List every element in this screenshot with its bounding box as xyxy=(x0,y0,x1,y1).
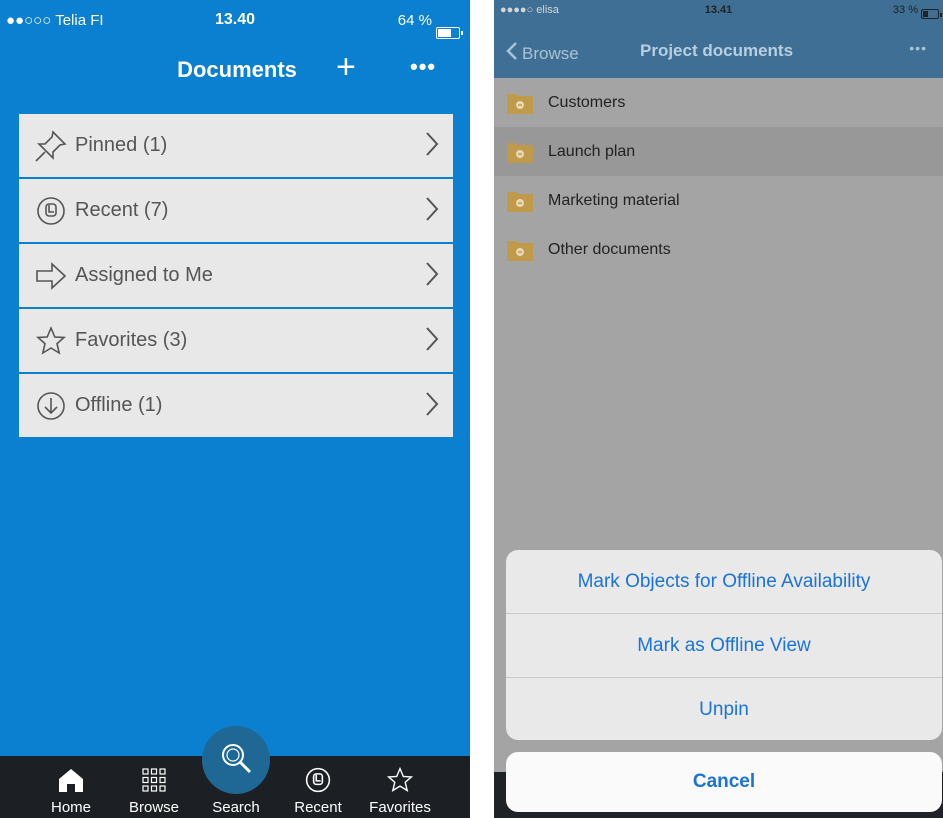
menu-item-favorites[interactable]: Favorites (3) xyxy=(19,309,453,374)
back-label: Browse xyxy=(522,43,579,63)
menu-item-label: Favorites (3) xyxy=(75,329,188,351)
chevron-right-icon xyxy=(425,261,439,292)
folder-list: Customers Launch plan Marketing material… xyxy=(494,78,943,274)
battery-icon xyxy=(921,9,942,19)
chevron-right-icon xyxy=(425,196,439,227)
menu-item-label: Pinned (1) xyxy=(75,134,168,156)
more-button[interactable]: ••• xyxy=(909,40,927,56)
tab-label: Favorites xyxy=(369,799,431,816)
tab-label: Browse xyxy=(128,799,180,816)
mark-offline-availability-button[interactable]: Mark Objects for Offline Availability xyxy=(506,550,942,614)
star-icon xyxy=(31,321,71,361)
chevron-right-icon xyxy=(425,131,439,162)
tab-home[interactable]: Home xyxy=(31,756,111,818)
tab-label: Recent xyxy=(294,799,342,816)
folder-icon xyxy=(507,92,533,114)
menu-item-offline[interactable]: Offline (1) xyxy=(19,374,453,439)
folder-icon xyxy=(507,141,533,163)
grid-icon xyxy=(141,765,167,795)
tab-label: Home xyxy=(50,799,91,816)
home-icon xyxy=(58,765,84,795)
clock-icon xyxy=(304,765,332,795)
battery-percent: 64 % xyxy=(397,12,432,29)
tab-favorites[interactable]: Favorites xyxy=(360,756,440,818)
folder-icon xyxy=(507,239,533,261)
pin-icon xyxy=(31,126,71,166)
page-title: Project documents xyxy=(640,41,794,60)
page-title: Documents xyxy=(177,57,297,82)
cancel-button[interactable]: Cancel xyxy=(506,752,942,812)
nav-bar: Browse Project documents ••• xyxy=(494,22,943,78)
arrow-right-icon xyxy=(31,256,71,296)
folder-label: Marketing material xyxy=(548,191,680,209)
search-button[interactable] xyxy=(202,726,270,794)
folder-label: Launch plan xyxy=(548,142,636,160)
menu-item-recent[interactable]: Recent (7) xyxy=(19,179,453,244)
status-bar: ●●○○○ Telia FI 13.40 64 % xyxy=(0,0,470,40)
more-button[interactable]: ••• xyxy=(410,54,436,80)
project-documents-screen: ●●●●○ elisa 13.41 33 % Browse Project do… xyxy=(494,0,943,818)
folder-item[interactable]: Launch plan xyxy=(494,127,943,176)
clock: 13.41 xyxy=(704,4,733,16)
tab-browse[interactable]: Browse xyxy=(114,756,194,818)
battery-percent: 33 % xyxy=(892,4,918,16)
tab-label: Search xyxy=(212,799,260,816)
battery-status: 64 % xyxy=(397,12,463,39)
mark-offline-view-button[interactable]: Mark as Offline View xyxy=(506,614,942,678)
star-icon xyxy=(386,765,414,795)
folder-item[interactable]: Customers xyxy=(494,78,943,127)
menu-item-label: Offline (1) xyxy=(75,394,163,416)
folder-label: Customers xyxy=(548,93,626,111)
folder-icon xyxy=(507,190,533,212)
menu-item-label: Recent (7) xyxy=(75,199,169,221)
download-icon xyxy=(31,386,71,426)
folder-label: Other documents xyxy=(548,240,671,258)
battery-icon xyxy=(436,26,463,39)
chevron-right-icon xyxy=(425,391,439,422)
clock-icon xyxy=(31,191,71,231)
documents-menu: Pinned (1) Recent (7) Assigned to Me Fav… xyxy=(19,114,453,439)
nav-bar: Documents + ••• xyxy=(0,44,470,96)
menu-item-pinned[interactable]: Pinned (1) xyxy=(19,114,453,179)
add-button[interactable]: + xyxy=(336,50,356,84)
menu-item-assigned[interactable]: Assigned to Me xyxy=(19,244,453,309)
folder-item[interactable]: Other documents xyxy=(494,225,943,274)
documents-screen: ●●○○○ Telia FI 13.40 64 % Documents + ••… xyxy=(0,0,470,818)
folder-item[interactable]: Marketing material xyxy=(494,176,943,225)
chevron-right-icon xyxy=(425,326,439,357)
search-icon xyxy=(219,741,253,780)
tab-recent[interactable]: Recent xyxy=(278,756,358,818)
battery-status: 33 % xyxy=(892,4,942,19)
chevron-left-icon xyxy=(506,41,518,66)
back-button[interactable]: Browse xyxy=(506,41,579,66)
status-bar: ●●●●○ elisa 13.41 33 % xyxy=(494,0,943,22)
menu-item-label: Assigned to Me xyxy=(75,264,213,286)
action-sheet: Mark Objects for Offline Availability Ma… xyxy=(506,550,942,740)
unpin-button[interactable]: Unpin xyxy=(506,678,942,740)
